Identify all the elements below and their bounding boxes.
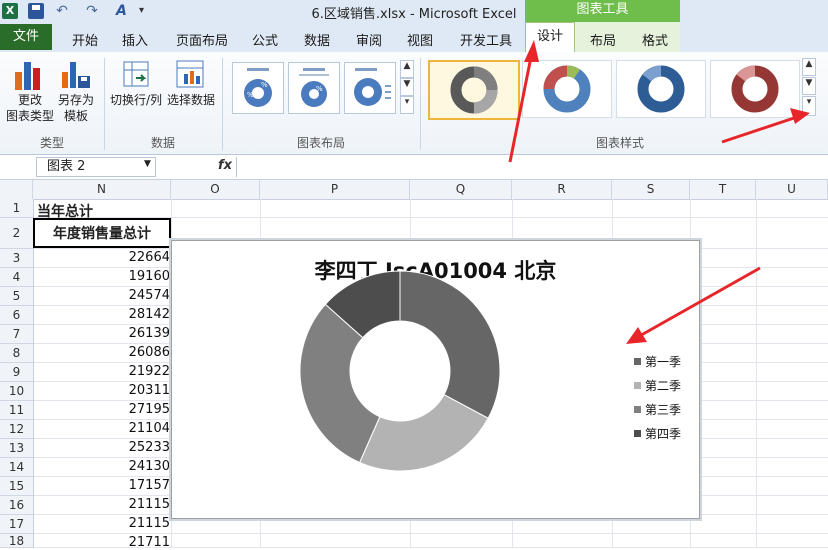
arrow-to-design-tab — [508, 51, 534, 163]
annotation-arrows — [508, 40, 810, 344]
arrow-to-styles-more — [721, 114, 801, 144]
arrow-to-legend — [635, 266, 761, 340]
